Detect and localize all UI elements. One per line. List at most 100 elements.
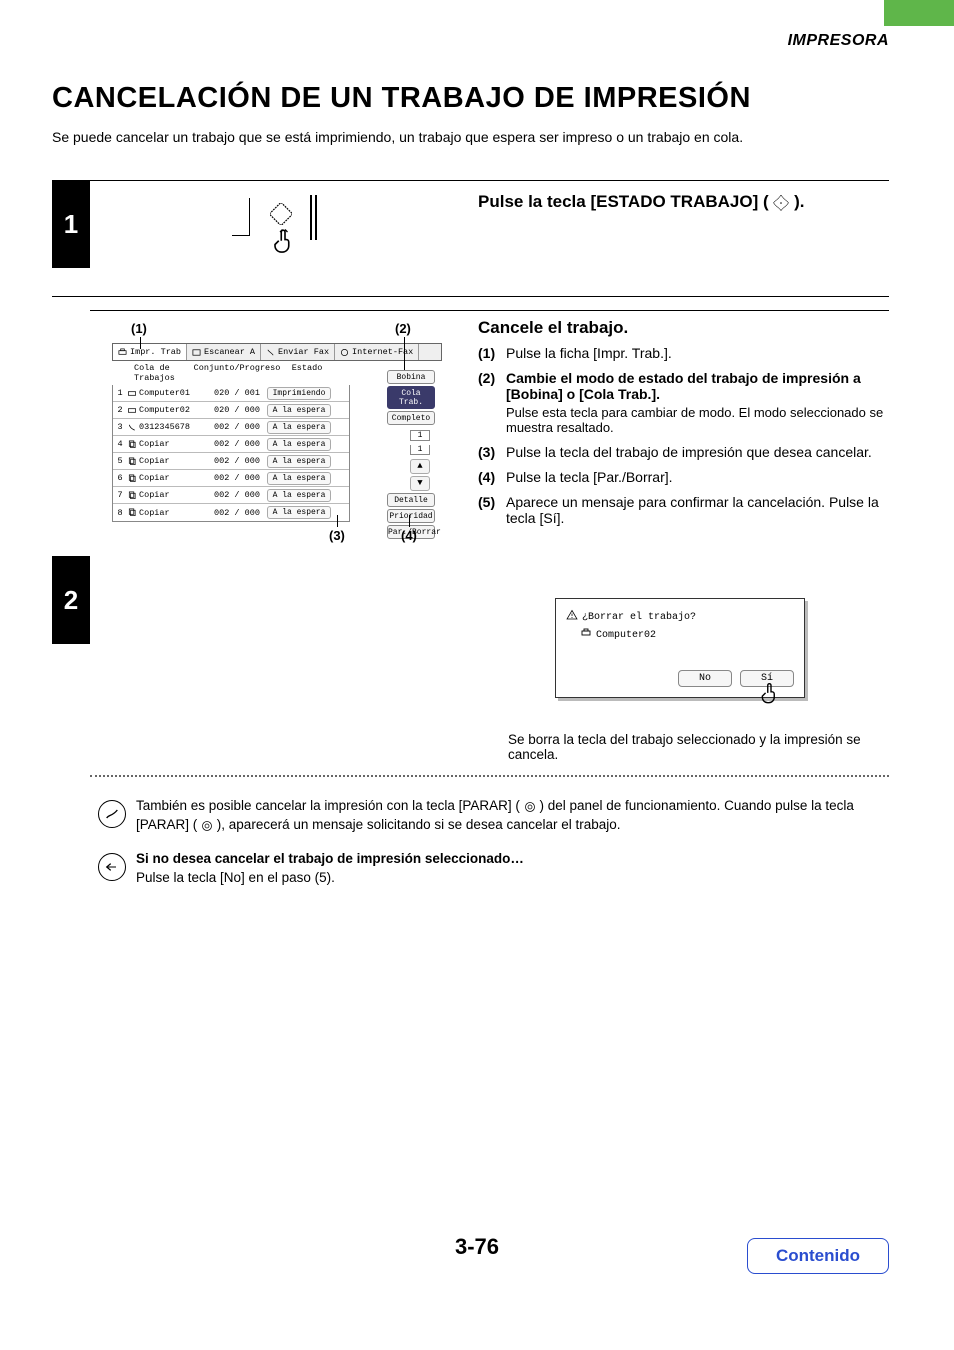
job-num: 8 (115, 508, 125, 518)
note1-a: También es posible cancelar la impresión… (136, 798, 520, 813)
col-status: Estado (282, 363, 332, 383)
job-row[interactable]: 8 Copiar002 / 000A la espera (113, 504, 349, 521)
job-name: Computer01 (139, 388, 207, 398)
tab-label: Escanear A (204, 347, 255, 357)
tab-label: Enviar Fax (278, 347, 329, 357)
step1-graphic (232, 195, 338, 265)
scroll-down-button[interactable]: ▼ (410, 476, 430, 491)
job-name: Copiar (139, 473, 207, 483)
job-progress: 020 / 001 (207, 388, 267, 398)
callout-3: (3) (329, 528, 345, 543)
note-2: Si no desea cancelar el trabajo de impre… (136, 850, 884, 888)
stop-icon (201, 819, 213, 831)
job-name: Computer02 (139, 405, 207, 415)
tab-label: Impr. Trab (130, 347, 181, 357)
job-num: 5 (115, 456, 125, 466)
tab-send-fax[interactable]: Enviar Fax (261, 344, 335, 360)
rule (90, 180, 889, 181)
status-key-inline-icon (773, 192, 794, 211)
ifax-icon (340, 348, 349, 356)
note-icon (98, 800, 126, 828)
job-row[interactable]: 7Copiar002 / 000A la espera (113, 487, 349, 504)
job-name: Copiar (139, 508, 207, 518)
confirm-dialog: ¿Borrar el trabajo? Computer02 No Sí (555, 598, 805, 698)
item-number: (4) (478, 469, 506, 485)
item-text: Aparece un mensaje para confirmar la can… (506, 494, 884, 526)
job-progress: 020 / 000 (207, 405, 267, 415)
job-row[interactable]: 2 Computer02020 / 000A la espera (113, 402, 349, 419)
instruction-item: (3) Pulse la tecla del trabajo de impres… (478, 444, 884, 460)
job-row[interactable]: 4Copiar002 / 000A la espera (113, 436, 349, 453)
dialog-job-name: Computer02 (596, 630, 656, 641)
job-row[interactable]: 30312345678002 / 000A la espera (113, 419, 349, 436)
back-icon (98, 853, 126, 881)
item-text: Pulse la tecla [Par./Borrar]. (506, 469, 884, 485)
step2-instructions: (1) Pulse la ficha [Impr. Trab.]. (2) Ca… (478, 345, 884, 535)
job-num: 1 (115, 388, 125, 398)
item-text: Pulse la tecla del trabajo de impresión … (506, 444, 884, 460)
tab-print-jobs[interactable]: Impr. Trab (113, 344, 187, 360)
job-name: Copiar (139, 439, 207, 449)
dialog-question: ¿Borrar el trabajo? (582, 612, 696, 623)
item-number: (2) (478, 370, 506, 435)
press-hand-icon (758, 681, 784, 711)
job-row[interactable]: 5Copiar002 / 000A la espera (113, 453, 349, 470)
job-progress: 002 / 000 (207, 508, 267, 518)
tab-scan-to[interactable]: Escanear A (187, 344, 261, 360)
rule (90, 310, 889, 311)
callout-4: (4) (401, 528, 417, 543)
contents-button[interactable]: Contenido (747, 1238, 889, 1274)
tab-internet-fax[interactable]: Internet-Fax (335, 344, 419, 360)
note-1: También es posible cancelar la impresión… (136, 797, 884, 835)
page-title: CANCELACIÓN DE UN TRABAJO DE IMPRESIÓN (52, 82, 751, 115)
job-print-icon (125, 406, 139, 415)
job-small-icon (580, 628, 592, 642)
job-status: A la espera (267, 404, 331, 417)
scroll-up-button[interactable]: ▲ (410, 459, 430, 474)
job-progress: 002 / 000 (207, 439, 267, 449)
stop-icon (524, 800, 536, 812)
job-num: 3 (115, 422, 125, 432)
item-number: (3) (478, 444, 506, 460)
job-status: A la espera (267, 455, 331, 468)
completo-button[interactable]: Completo (387, 411, 435, 425)
cola-trab-button[interactable]: Cola Trab. (387, 386, 435, 409)
job-status: A la espera (267, 506, 331, 519)
section-label: IMPRESORA (788, 32, 889, 50)
job-progress: 002 / 000 (207, 473, 267, 483)
job-num: 7 (115, 490, 125, 500)
detalle-button[interactable]: Detalle (387, 493, 435, 507)
job-status-figure: (1) (2) Impr. Trab Escanear A Enviar Fax… (112, 343, 442, 543)
job-print-icon (125, 389, 139, 398)
step1-title-a: Pulse la tecla [ESTADO TRABAJO] ( (478, 192, 769, 211)
job-copy-icon (125, 440, 139, 449)
job-status: A la espera (267, 472, 331, 485)
intro-text: Se puede cancelar un trabajo que se está… (52, 129, 743, 145)
col-queue: Cola de Trabajos (112, 363, 192, 383)
instruction-item: (2) Cambie el modo de estado del trabajo… (478, 370, 884, 435)
step-number-1: 1 (52, 180, 90, 268)
instruction-item: (5) Aparece un mensaje para confirmar la… (478, 494, 884, 526)
job-row[interactable]: 6Copiar002 / 000A la espera (113, 470, 349, 487)
note2-text: Pulse la tecla [No] en el paso (5). (136, 870, 335, 885)
bobina-button[interactable]: Bobina (387, 370, 435, 384)
press-hand-icon (270, 227, 300, 257)
job-num: 4 (115, 439, 125, 449)
scan-icon (192, 348, 201, 356)
prioridad-button[interactable]: Prioridad (387, 509, 435, 523)
job-num: 2 (115, 405, 125, 415)
job-progress: 002 / 000 (207, 490, 267, 500)
instruction-item: (1) Pulse la ficha [Impr. Trab.]. (478, 345, 884, 361)
step-number-2: 2 (52, 556, 90, 644)
callout-1: (1) (131, 321, 147, 336)
page-top: 1 (410, 430, 430, 441)
job-progress: 002 / 000 (207, 422, 267, 432)
step2-title: Cancele el trabajo. (478, 318, 628, 338)
job-phone-icon (125, 423, 139, 432)
instruction-item: (4) Pulse la tecla [Par./Borrar]. (478, 469, 884, 485)
step1-title-b: ). (794, 192, 804, 211)
job-row[interactable]: 1Computer01020 / 001Imprimiendo (113, 385, 349, 402)
job-name: 0312345678 (139, 422, 207, 432)
dialog-no-button[interactable]: No (678, 670, 732, 687)
item-number: (1) (478, 345, 506, 361)
